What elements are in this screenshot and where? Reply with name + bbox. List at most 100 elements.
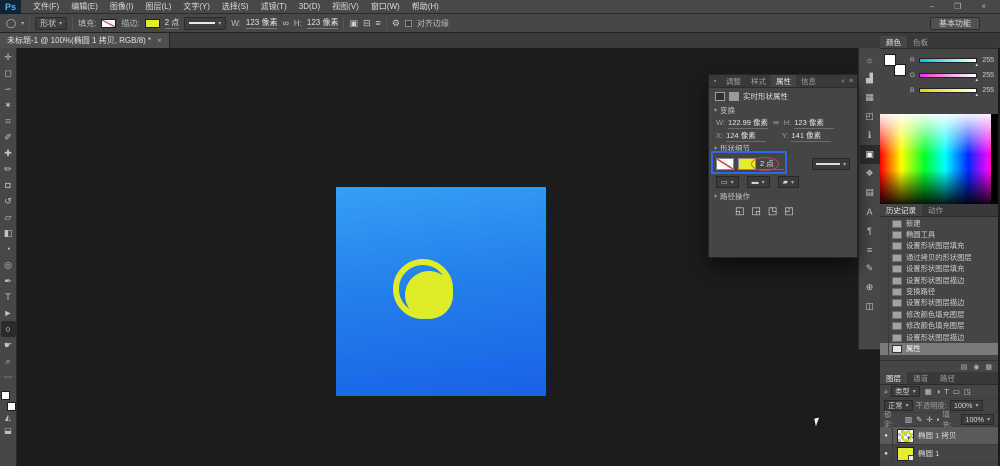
- history-source-checkbox[interactable]: [880, 218, 889, 229]
- quick-selection-tool[interactable]: ✶: [1, 97, 16, 113]
- properties-icon[interactable]: ▣: [860, 145, 880, 164]
- menu-item[interactable]: 编辑(E): [65, 0, 104, 14]
- clone-stamp-tool[interactable]: ◘: [1, 177, 16, 193]
- document-tab[interactable]: 未标题-1 @ 100%(椭圆 1 拷贝, RGB/8) * ×: [0, 33, 170, 48]
- panel-tab[interactable]: 历史记录: [880, 204, 922, 216]
- path-selection-tool[interactable]: ►: [1, 305, 16, 321]
- artboard-blue-gradient-square[interactable]: [336, 187, 546, 396]
- foreground-background-swatches[interactable]: [1, 389, 16, 411]
- path-operations-icon[interactable]: ▣: [349, 18, 358, 29]
- align-edges-checkbox[interactable]: [405, 20, 412, 27]
- channels-icon[interactable]: ▤: [860, 183, 880, 202]
- screen-mode-icon[interactable]: ⬓: [1, 424, 16, 437]
- fill-swatch[interactable]: [716, 158, 734, 170]
- filter-shape-icon[interactable]: ▭: [953, 387, 960, 396]
- channel-slider[interactable]: ▴: [919, 73, 977, 78]
- filter-adjustment-icon[interactable]: ◑: [936, 387, 941, 396]
- menu-item[interactable]: 滤镜(T): [255, 0, 293, 14]
- type-tool[interactable]: T: [1, 289, 16, 305]
- more-tools[interactable]: ⋯: [1, 369, 16, 385]
- notes-icon[interactable]: ✎: [860, 259, 880, 278]
- visibility-eye-icon[interactable]: ●: [880, 427, 893, 444]
- blur-tool[interactable]: ◔: [1, 241, 16, 257]
- panel-tab[interactable]: 动作: [922, 204, 949, 216]
- new-snapshot-icon[interactable]: ◉: [973, 363, 979, 371]
- menu-item[interactable]: 3D(D): [293, 0, 326, 14]
- fill-select[interactable]: 100%▾: [961, 414, 994, 425]
- close-icon[interactable]: ×: [157, 36, 162, 45]
- layer-row[interactable]: ● 椭圆 1 拷贝: [880, 427, 998, 445]
- filter-type-icon[interactable]: T: [944, 387, 949, 396]
- channel-value[interactable]: 255: [980, 57, 994, 64]
- prop-w-field[interactable]: 122.99 像素: [728, 117, 768, 129]
- adjustments-icon[interactable]: ☼: [860, 50, 880, 69]
- layer-row[interactable]: ● 椭圆 1: [880, 445, 998, 463]
- eraser-tool[interactable]: ▱: [1, 209, 16, 225]
- path-operations-section-header[interactable]: ▾ 路径操作: [709, 190, 857, 202]
- zoom-tool[interactable]: ⌕: [1, 353, 16, 369]
- panel-tab[interactable]: 颜色: [880, 36, 907, 48]
- stroke-type-select[interactable]: ▾: [184, 17, 226, 30]
- panel-tab[interactable]: 调整: [721, 75, 746, 87]
- stroke-width-field[interactable]: 2 点: [165, 17, 180, 29]
- histogram-icon[interactable]: ▟: [860, 69, 880, 88]
- filter-type-select[interactable]: 类型▾: [891, 386, 920, 397]
- navigator-icon[interactable]: ◰: [860, 107, 880, 126]
- history-source-checkbox[interactable]: [880, 286, 889, 297]
- swatches-icon[interactable]: ▦: [860, 88, 880, 107]
- panel-tab[interactable]: 信息: [796, 75, 821, 87]
- clone-source-icon[interactable]: ⊕: [860, 278, 880, 297]
- menu-item[interactable]: 图层(L): [139, 0, 177, 14]
- collapse-panel-icon[interactable]: «: [841, 78, 845, 85]
- lock-transparency-icon[interactable]: ▨: [905, 415, 912, 424]
- yellow-circle-shape[interactable]: [405, 271, 453, 319]
- panel-tab[interactable]: 路径: [934, 372, 961, 384]
- layer-comps-icon[interactable]: ≡: [860, 240, 880, 259]
- shape-details-section-header[interactable]: ▾ 形状细节: [709, 142, 857, 154]
- layer-thumbnail[interactable]: [897, 429, 914, 443]
- pen-tool[interactable]: ✒: [1, 273, 16, 289]
- healing-brush-tool[interactable]: ✚: [1, 145, 16, 161]
- crop-tool[interactable]: ⌗: [1, 113, 16, 129]
- info-icon[interactable]: ℹ: [860, 126, 880, 145]
- history-source-checkbox[interactable]: [880, 343, 889, 354]
- history-source-checkbox[interactable]: [880, 252, 889, 263]
- marquee-tool[interactable]: ◻: [1, 65, 16, 81]
- panel-tab[interactable]: 样式: [746, 75, 771, 87]
- slider-thumb[interactable]: ▴: [975, 62, 978, 68]
- history-source-checkbox[interactable]: [880, 321, 889, 332]
- menu-item[interactable]: 图像(I): [104, 0, 140, 14]
- width-field[interactable]: 123 像素: [246, 17, 278, 29]
- link-dimensions-icon[interactable]: ∞: [773, 118, 779, 127]
- ellipse-tool[interactable]: ○: [1, 321, 16, 337]
- paragraph-icon[interactable]: ¶: [860, 221, 880, 240]
- history-source-checkbox[interactable]: [880, 309, 889, 320]
- history-state[interactable]: 设置形状图层填充: [880, 264, 998, 275]
- delete-state-icon[interactable]: ▦: [985, 363, 992, 371]
- path-arrangement-icon[interactable]: ≡: [376, 18, 381, 28]
- panel-tab[interactable]: 图层: [880, 372, 907, 384]
- prop-y-field[interactable]: 141 像素: [791, 130, 831, 142]
- stroke-width-field[interactable]: 2 点: [760, 158, 784, 170]
- panel-tab[interactable]: 色板: [907, 36, 934, 48]
- character-icon[interactable]: A: [860, 202, 880, 221]
- path-alignment-icon[interactable]: ⊟: [363, 18, 371, 29]
- restore-button[interactable]: ❐: [954, 2, 961, 11]
- menu-item[interactable]: 帮助(H): [406, 0, 445, 14]
- history-source-checkbox[interactable]: [880, 229, 889, 240]
- history-state[interactable]: 设置形状图层描边: [880, 332, 998, 343]
- minimize-button[interactable]: –: [930, 2, 934, 11]
- new-doc-from-state-icon[interactable]: ▤: [961, 363, 968, 371]
- foreground-color-swatch[interactable]: [1, 391, 10, 400]
- tool-mode-select[interactable]: 形状▾: [35, 17, 67, 30]
- brush-tool[interactable]: ✏: [1, 161, 16, 177]
- exclude-shape-icon[interactable]: ◰: [784, 206, 793, 217]
- combine-shapes-icon[interactable]: ◱: [735, 206, 744, 217]
- history-source-checkbox[interactable]: [880, 275, 889, 286]
- stroke-caps-option[interactable]: ▬▾: [747, 176, 770, 188]
- workspace-switcher-button[interactable]: 基本功能: [930, 17, 980, 30]
- gradient-tool[interactable]: ◧: [1, 225, 16, 241]
- layer-thumbnail[interactable]: [897, 447, 914, 461]
- tool-preset-icon[interactable]: ◯: [6, 18, 16, 29]
- move-tool[interactable]: ✛: [1, 49, 16, 65]
